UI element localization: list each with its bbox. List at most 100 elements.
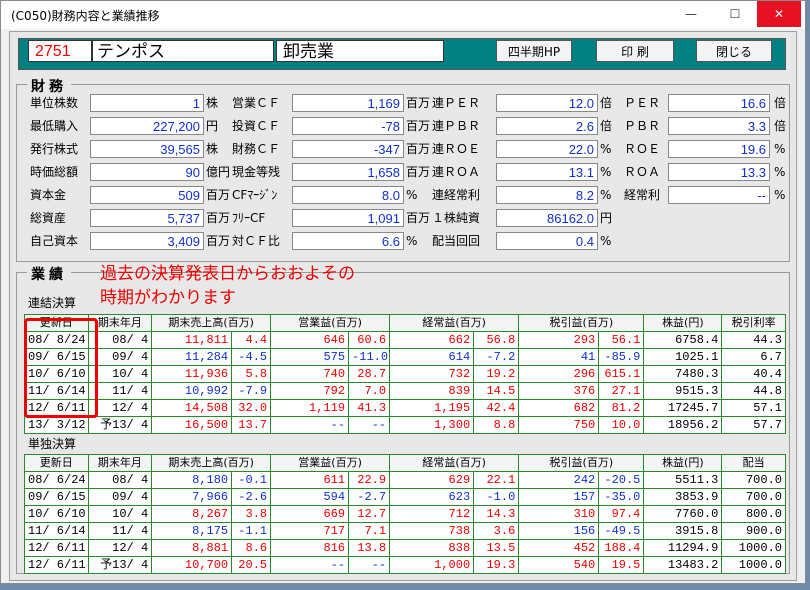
table-cell: 19.3: [473, 556, 520, 574]
table-cell: 09/ 4: [87, 348, 153, 366]
finance-unit: %: [406, 188, 418, 202]
finance-value: 16.6: [668, 94, 770, 112]
table-cell: 32.0: [231, 399, 272, 417]
table-cell: 12/ 4: [87, 539, 153, 557]
industry-field: 卸売業: [276, 40, 444, 62]
business-legend: 業績: [27, 264, 71, 284]
annotation-text: 過去の決算発表日からおおよその 時期がわかります: [100, 262, 355, 310]
column-header: 税引益(百万): [518, 314, 645, 332]
table-cell: 22.9: [348, 471, 391, 489]
column-header: 期末年月: [87, 454, 153, 472]
table-cell: 3853.9: [643, 488, 723, 506]
table-cell: 3915.8: [643, 522, 723, 540]
finance-label: 連経常利: [432, 188, 481, 202]
table-cell: 700.0: [721, 488, 786, 506]
table-cell: 1,195: [389, 399, 475, 417]
table-cell: 09/ 6/15: [24, 348, 89, 366]
maximize-icon[interactable]: ☐: [713, 1, 757, 27]
finance-value: 6.6: [292, 232, 404, 250]
table-row[interactable]: 11/ 6/14 11/ 4 10,992 -7.9 792 7.0 839 14.5 376 2…: [24, 382, 786, 400]
close-button[interactable]: 閉じる: [696, 40, 772, 62]
close-icon[interactable]: ✕: [757, 1, 801, 27]
table-cell: 662: [389, 331, 475, 349]
table-cell: 57.1: [721, 399, 786, 417]
finance-label: 資本金: [30, 188, 67, 202]
finance-unit: %: [774, 142, 786, 156]
table-row[interactable]: 10/ 6/10 10/ 4 8,267 3.8 669 12.7 712 14.3 310 97…: [24, 505, 786, 523]
table-cell: 4.4: [231, 331, 272, 349]
table-cell: 611: [270, 471, 350, 489]
finance-unit: 百万: [206, 188, 231, 202]
table-row[interactable]: 09/ 6/15 09/ 4 11,284 -4.5 575 -11.0 614 -7.2 41…: [24, 348, 786, 366]
table-row[interactable]: 09/ 6/15 09/ 4 7,966 -2.6 594 -2.7 623 -1.0 157-…: [24, 488, 786, 506]
quarterly-hp-button[interactable]: 四半期HP: [496, 40, 572, 62]
finance-label: 配当回回: [432, 234, 481, 248]
table-cell: 540: [518, 556, 600, 574]
table-cell: 5511.3: [643, 471, 723, 489]
table-row[interactable]: 12/ 6/11 12/ 4 8,881 8.6 816 13.8 838 13.5 452 18…: [24, 539, 786, 557]
finance-label: 対ＣＦ比: [232, 234, 281, 248]
finance-label: 最低購入: [30, 119, 79, 133]
finance-unit: 百万: [206, 211, 231, 225]
finance-unit: 株: [206, 142, 219, 156]
table-row[interactable]: 11/ 6/14 11/ 4 8,175 -1.1 717 7.1 738 3.6 156 -49…: [24, 522, 786, 540]
table-cell: 3.6: [473, 522, 520, 540]
table-header-row: 更新日 期末年月 期末売上高(百万) 営業益(百万) 経常益(百万) 税引益(百万) 株益(…: [24, 454, 786, 472]
table-cell: 1,300: [389, 416, 475, 434]
table-cell: 11294.9: [643, 539, 723, 557]
table-cell: 44.3: [721, 331, 786, 349]
table-cell: --: [348, 556, 391, 574]
table-cell: 40.4: [721, 365, 786, 383]
column-header: 更新日: [24, 454, 89, 472]
finance-label: 投資ＣＦ: [232, 119, 281, 133]
stock-code-field[interactable]: 2751: [28, 40, 92, 62]
table-cell: 293: [518, 331, 600, 349]
table-cell: 11,284: [151, 348, 233, 366]
table-cell: 14,508: [151, 399, 233, 417]
client-area: 2751 テンポス 卸売業 四半期HP 印 刷 閉じる 財務 単位株数 1 株最低購…: [9, 31, 797, 581]
table-cell: 7480.3: [643, 365, 723, 383]
table-cell: 97.4: [598, 505, 645, 523]
finance-value: --: [668, 186, 770, 204]
finance-label: ＰＢＲ: [624, 119, 661, 133]
finance-unit: 倍: [600, 119, 613, 133]
finance-unit: 円: [206, 119, 219, 133]
table-row[interactable]: 08/ 8/24 08/ 4 11,811 4.4 646 60.6 662 56.8 293 5…: [24, 331, 786, 349]
finance-unit: %: [600, 165, 612, 179]
table-row[interactable]: 08/ 6/24 08/ 4 8,180 -0.1 611 22.9 629 22.1 242-…: [24, 471, 786, 489]
table-cell: 296: [518, 365, 600, 383]
minimize-icon[interactable]: —: [669, 1, 713, 27]
table-cell: 740: [270, 365, 350, 383]
print-button[interactable]: 印 刷: [596, 40, 674, 62]
column-header: 営業益(百万): [270, 314, 391, 332]
table-cell: 629: [389, 471, 475, 489]
table-row[interactable]: 13/ 3/12 予13/ 4 16,500 13.7 -- -- 1,300 8.8 750 1…: [24, 416, 786, 434]
table-cell: 10.0: [598, 416, 645, 434]
table-cell: 8.8: [473, 416, 520, 434]
table-cell: 792: [270, 382, 350, 400]
table-cell: 10/ 6/10: [24, 365, 89, 383]
table-row[interactable]: 12/ 6/11 予13/ 4 10,700 20.5 -- -- 1,000 19.3 540…: [24, 556, 786, 574]
table-cell: 08/ 6/24: [24, 471, 89, 489]
table-cell: 予13/ 4: [87, 556, 153, 574]
table-cell: 717: [270, 522, 350, 540]
table-cell: 60.6: [348, 331, 391, 349]
finance-label: 発行株式: [30, 142, 79, 156]
table-cell: 1,000: [389, 556, 475, 574]
table-cell: 839: [389, 382, 475, 400]
finance-label: 現金等残: [232, 165, 281, 179]
finance-unit: 百万: [406, 142, 431, 156]
table-cell: -7.2: [473, 348, 520, 366]
table-cell: 816: [270, 539, 350, 557]
finance-label: 単位株数: [30, 96, 79, 110]
finance-value: 2.6: [496, 117, 598, 135]
table-row[interactable]: 12/ 6/11 12/ 4 14,508 32.0 1,119 41.3 1,195 42.…: [24, 399, 786, 417]
finance-label: 連ＰＥＲ: [432, 96, 481, 110]
table-cell: 8,175: [151, 522, 233, 540]
column-header: 株益(円): [643, 454, 723, 472]
table-cell: 682: [518, 399, 600, 417]
finance-unit: 百万: [406, 211, 431, 225]
window-controls: — ☐ ✕: [669, 1, 801, 27]
table-row[interactable]: 10/ 6/10 10/ 4 11,936 5.8 740 28.7 732 19.2 296 6…: [24, 365, 786, 383]
table-cell: 8,267: [151, 505, 233, 523]
